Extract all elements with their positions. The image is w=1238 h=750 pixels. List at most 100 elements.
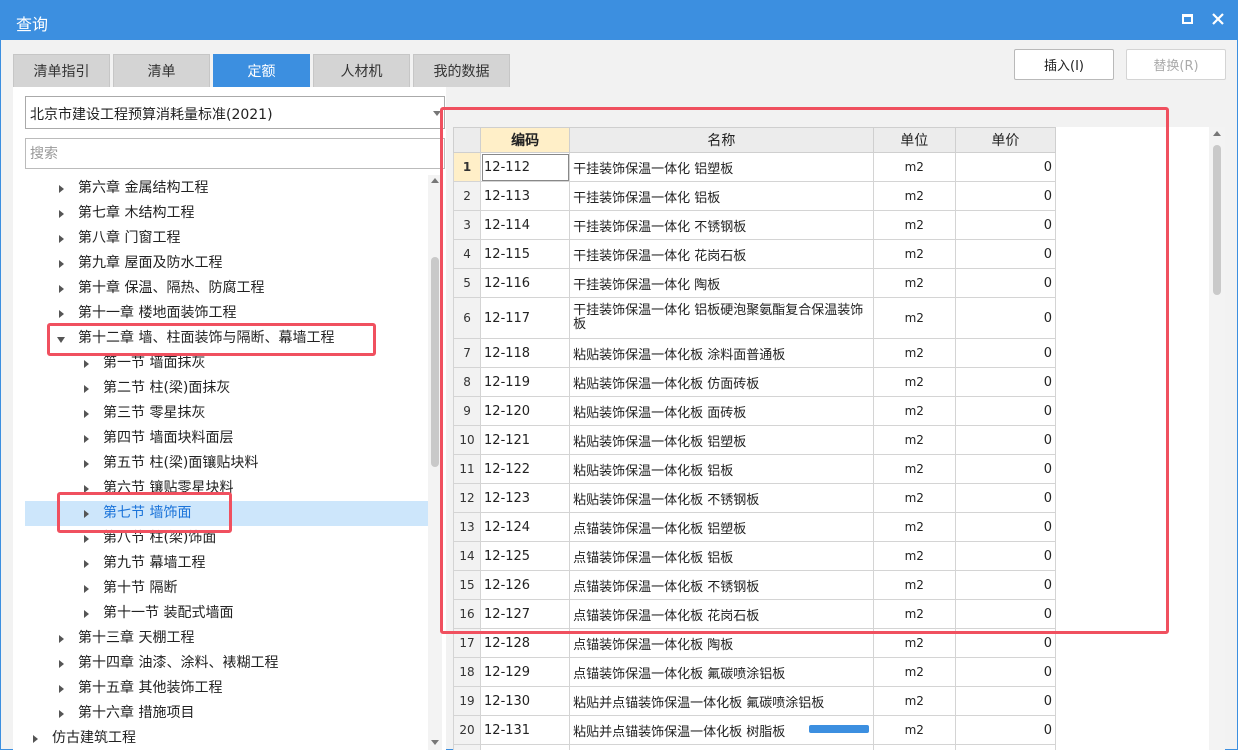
unit-cell[interactable]: m2 xyxy=(872,512,956,542)
tree-item[interactable]: 第八节 柱(梁)饰面 xyxy=(25,526,428,551)
standard-select[interactable]: 北京市建设工程预算消耗量标准(2021) xyxy=(25,96,445,129)
row-number[interactable]: 18 xyxy=(453,657,482,687)
code-cell[interactable]: 12-129 xyxy=(480,657,571,687)
code-cell[interactable]: 12-132 xyxy=(480,744,571,750)
tab-my-data[interactable]: 我的数据 xyxy=(413,54,510,87)
table-row[interactable]: 18 12-129 点锚装饰保温一体化板 氟碳喷涂铝板 m2 0 xyxy=(453,657,1057,687)
replace-button[interactable]: 替换(R) xyxy=(1126,49,1226,80)
code-cell[interactable]: 12-125 xyxy=(480,541,571,571)
table-row[interactable]: 6 12-117 干挂装饰保温一体化 铝板硬泡聚氨酯复合保温装饰板 m2 0 xyxy=(453,297,1057,339)
search-input[interactable] xyxy=(25,138,445,169)
price-cell[interactable]: 0 xyxy=(954,483,1057,513)
column-header-price[interactable]: 单价 xyxy=(954,127,1057,153)
tree-scroll-thumb[interactable] xyxy=(431,257,439,467)
table-row[interactable]: 16 12-127 点锚装饰保温一体化板 花岗石板 m2 0 xyxy=(453,599,1057,629)
table-row[interactable]: 5 12-116 干挂装饰保温一体化 陶板 m2 0 xyxy=(453,268,1057,298)
price-cell[interactable]: 0 xyxy=(954,628,1057,658)
price-cell[interactable]: 0 xyxy=(954,396,1057,426)
price-cell[interactable]: 0 xyxy=(954,425,1057,455)
name-cell[interactable]: 粘贴装饰保温一体化板 面砖板 xyxy=(569,396,874,426)
table-row[interactable]: 7 12-118 粘贴装饰保温一体化板 涂料面普通板 m2 0 xyxy=(453,338,1057,368)
table-row[interactable]: 4 12-115 干挂装饰保温一体化 花岗石板 m2 0 xyxy=(453,239,1057,269)
code-cell[interactable]: 12-120 xyxy=(480,396,571,426)
name-cell[interactable]: 点锚装饰保温一体化板 铝塑板 xyxy=(569,512,874,542)
unit-cell[interactable]: m2 xyxy=(872,268,956,298)
name-cell[interactable]: 粘贴装饰保温一体化板 涂料面普通板 xyxy=(569,338,874,368)
collapsed-caret-icon[interactable] xyxy=(84,410,89,418)
table-row[interactable]: 12 12-123 粘贴装饰保温一体化板 不锈钢板 m2 0 xyxy=(453,483,1057,513)
collapsed-caret-icon[interactable] xyxy=(59,710,64,718)
unit-cell[interactable]: m2 xyxy=(872,744,956,750)
collapsed-caret-icon[interactable] xyxy=(59,685,64,693)
unit-cell[interactable]: m2 xyxy=(872,599,956,629)
code-cell[interactable]: 12-118 xyxy=(480,338,571,368)
code-cell[interactable]: 12-117 xyxy=(480,297,571,339)
row-number[interactable]: 20 xyxy=(453,715,482,745)
row-number[interactable]: 3 xyxy=(453,210,482,240)
tab-list[interactable]: 清单 xyxy=(113,54,210,87)
unit-cell[interactable]: m2 xyxy=(872,715,956,745)
unit-cell[interactable]: m2 xyxy=(872,541,956,571)
collapsed-caret-icon[interactable] xyxy=(84,535,89,543)
price-cell[interactable]: 0 xyxy=(954,744,1057,750)
tree-item[interactable]: 第五节 柱(梁)面镶贴块料 xyxy=(25,451,428,476)
price-cell[interactable]: 0 xyxy=(954,239,1057,269)
unit-cell[interactable]: m2 xyxy=(872,367,956,397)
row-number[interactable]: 1 xyxy=(453,152,482,182)
price-cell[interactable]: 0 xyxy=(954,268,1057,298)
scroll-down-icon[interactable] xyxy=(431,740,439,745)
unit-cell[interactable]: m2 xyxy=(872,297,956,339)
name-cell[interactable]: 粘贴并点锚装饰保温一体化板 铝塑板 xyxy=(569,744,874,750)
code-cell[interactable]: 12-126 xyxy=(480,570,571,600)
collapsed-caret-icon[interactable] xyxy=(84,510,89,518)
price-cell[interactable]: 0 xyxy=(954,686,1057,716)
table-row[interactable]: 9 12-120 粘贴装饰保温一体化板 面砖板 m2 0 xyxy=(453,396,1057,426)
tab-quota[interactable]: 定额 xyxy=(213,54,310,87)
code-cell[interactable]: 12-114 xyxy=(480,210,571,240)
row-number[interactable]: 15 xyxy=(453,570,482,600)
tree-item[interactable]: 第十三章 天棚工程 xyxy=(25,626,428,651)
collapsed-caret-icon[interactable] xyxy=(59,635,64,643)
expanded-caret-icon[interactable] xyxy=(57,337,65,343)
unit-cell[interactable]: m2 xyxy=(872,396,956,426)
table-row[interactable]: 14 12-125 点锚装饰保温一体化板 铝板 m2 0 xyxy=(453,541,1057,571)
row-number[interactable]: 21 xyxy=(453,744,482,750)
price-cell[interactable]: 0 xyxy=(954,181,1057,211)
unit-cell[interactable]: m2 xyxy=(872,454,956,484)
tree-item[interactable]: 第九章 屋面及防水工程 xyxy=(25,251,428,276)
name-cell[interactable]: 粘贴装饰保温一体化板 仿面砖板 xyxy=(569,367,874,397)
collapsed-caret-icon[interactable] xyxy=(84,385,89,393)
name-cell[interactable]: 点锚装饰保温一体化板 不锈钢板 xyxy=(569,570,874,600)
unit-cell[interactable]: m2 xyxy=(872,210,956,240)
table-row[interactable]: 3 12-114 干挂装饰保温一体化 不锈钢板 m2 0 xyxy=(453,210,1057,240)
table-row[interactable]: 1 12-112 干挂装饰保温一体化 铝塑板 m2 0 xyxy=(453,152,1057,182)
collapsed-caret-icon[interactable] xyxy=(84,610,89,618)
name-cell[interactable]: 点锚装饰保温一体化板 氟碳喷涂铝板 xyxy=(569,657,874,687)
tree-scrollbar[interactable] xyxy=(428,175,442,750)
table-row[interactable]: 17 12-128 点锚装饰保温一体化板 陶板 m2 0 xyxy=(453,628,1057,658)
collapsed-caret-icon[interactable] xyxy=(84,435,89,443)
unit-cell[interactable]: m2 xyxy=(872,425,956,455)
code-cell[interactable]: 12-116 xyxy=(480,268,571,298)
tree-item[interactable]: 第三节 零星抹灰 xyxy=(25,401,428,426)
tree-item[interactable]: 第九节 幕墙工程 xyxy=(25,551,428,576)
unit-cell[interactable]: m2 xyxy=(872,570,956,600)
tree-item[interactable]: 第四节 墙面块料面层 xyxy=(25,426,428,451)
tree-item[interactable]: 第十章 保温、隔热、防腐工程 xyxy=(25,276,428,301)
tree-item[interactable]: 第十节 隔断 xyxy=(25,576,428,601)
row-number[interactable]: 11 xyxy=(453,454,482,484)
name-cell[interactable]: 粘贴装饰保温一体化板 铝板 xyxy=(569,454,874,484)
collapsed-caret-icon[interactable] xyxy=(84,560,89,568)
row-number[interactable]: 8 xyxy=(453,367,482,397)
collapsed-caret-icon[interactable] xyxy=(59,185,64,193)
code-cell[interactable]: 12-112 xyxy=(480,152,571,182)
row-number[interactable]: 7 xyxy=(453,338,482,368)
price-cell[interactable]: 0 xyxy=(954,715,1057,745)
code-cell[interactable]: 12-113 xyxy=(480,181,571,211)
close-button[interactable] xyxy=(1207,8,1229,30)
collapsed-caret-icon[interactable] xyxy=(33,735,38,743)
row-number[interactable]: 12 xyxy=(453,483,482,513)
price-cell[interactable]: 0 xyxy=(954,512,1057,542)
unit-cell[interactable]: m2 xyxy=(872,239,956,269)
price-cell[interactable]: 0 xyxy=(954,599,1057,629)
